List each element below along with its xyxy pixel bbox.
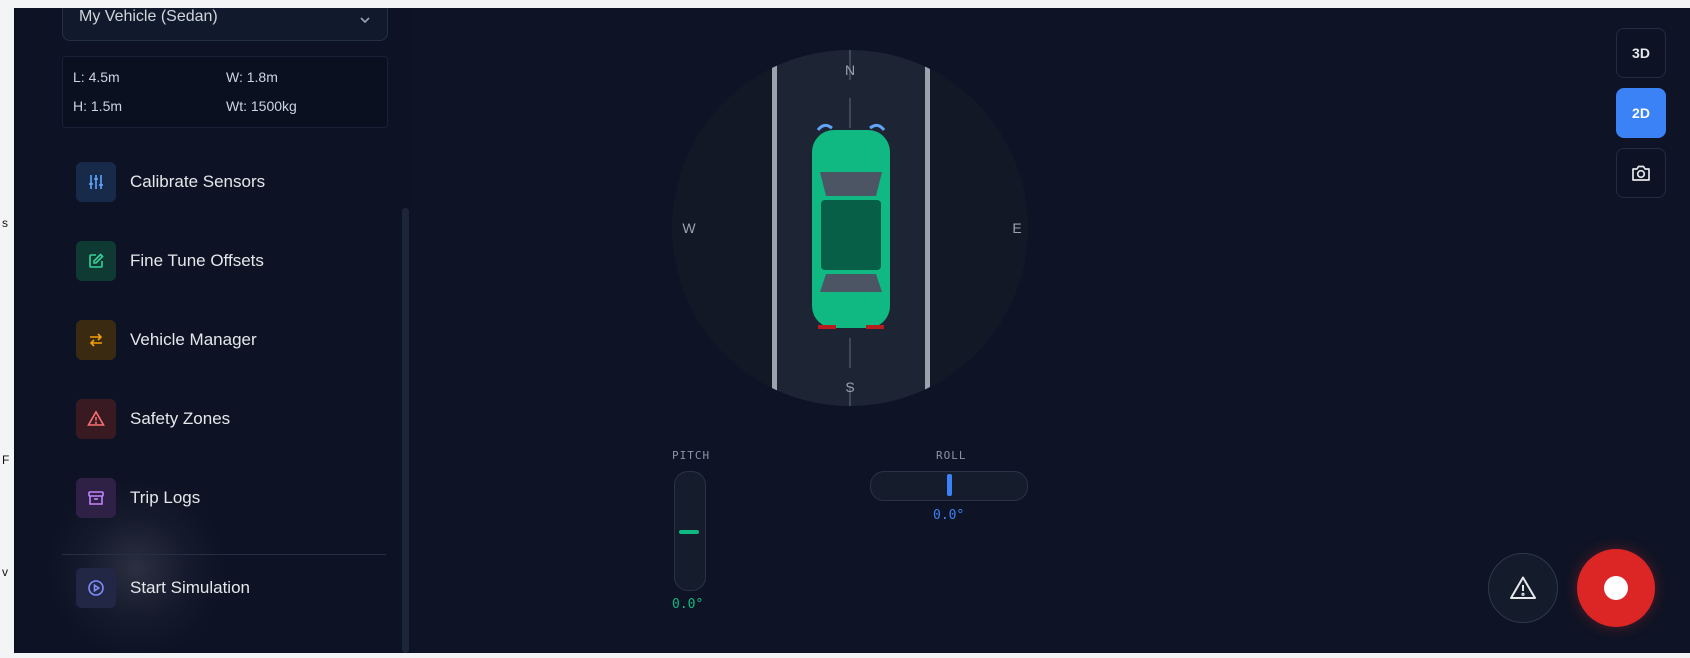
sidebar: My Vehicle (Sedan) L: 4.5m W: 1.8m H: 1.… <box>16 8 413 658</box>
menu-item-label: Start Simulation <box>130 578 250 597</box>
edit-icon <box>76 241 116 281</box>
pitch-label: PITCH <box>672 449 711 462</box>
menu-item-label: Calibrate Sensors <box>130 172 266 191</box>
menu-item-fine-tune-offsets[interactable]: Fine Tune Offsets <box>62 235 386 287</box>
vehicle-select-value: My Vehicle (Sedan) <box>79 8 218 25</box>
sidebar-scrollbar-thumb[interactable] <box>402 208 409 653</box>
spec-length: L: 4.5m <box>73 69 120 85</box>
pitch-value: 0.0° <box>672 597 704 612</box>
play-circle-icon <box>76 568 116 608</box>
left-edge-strip: s F v <box>0 0 14 653</box>
menu-item-label: Fine Tune Offsets <box>130 251 264 270</box>
edge-fragment: v <box>2 565 8 579</box>
vehicle-select[interactable]: My Vehicle (Sedan) <box>62 8 388 41</box>
alert-button[interactable] <box>1488 553 1558 623</box>
swap-icon <box>76 320 116 360</box>
archive-icon <box>76 478 116 518</box>
vehicle-specs: L: 4.5m W: 1.8m H: 1.5m Wt: 1500kg <box>62 56 388 128</box>
menu-item-label: Trip Logs <box>130 488 201 507</box>
spec-weight: Wt: 1500kg <box>226 98 297 114</box>
compass-view: N S E W <box>672 50 1028 406</box>
menu-item-label: Vehicle Manager <box>130 330 257 349</box>
compass-e: E <box>1012 220 1021 236</box>
sidebar-divider <box>62 554 386 555</box>
chevron-down-icon <box>360 17 370 24</box>
road-edge-right <box>925 50 930 406</box>
view-2d-button[interactable]: 2D <box>1616 88 1666 138</box>
menu-item-safety-zones[interactable]: Safety Zones <box>62 393 386 445</box>
roll-value: 0.0° <box>933 508 965 523</box>
alert-triangle-icon <box>76 399 116 439</box>
edge-fragment: F <box>2 453 10 467</box>
road-edge-left <box>772 50 777 406</box>
top-edge <box>14 0 1690 8</box>
spec-width: W: 1.8m <box>226 69 278 85</box>
compass-w: W <box>682 220 696 236</box>
spec-height: H: 1.5m <box>73 98 123 114</box>
compass-s: S <box>845 379 854 395</box>
edge-fragment: s <box>2 216 8 230</box>
menu-item-label: Safety Zones <box>130 409 231 428</box>
roll-label: ROLL <box>936 449 967 462</box>
menu-item-start-simulation[interactable]: Start Simulation <box>62 562 386 614</box>
menu-item-trip-logs[interactable]: Trip Logs <box>62 472 386 524</box>
main-view <box>412 8 1690 653</box>
camera-icon <box>1632 165 1650 181</box>
alert-triangle-icon <box>1510 576 1536 599</box>
record-dot-icon <box>1604 576 1628 600</box>
roll-indicator <box>947 474 952 496</box>
view-3d-button[interactable]: 3D <box>1616 28 1666 78</box>
sliders-icon <box>76 162 116 202</box>
menu-item-calibrate-sensors[interactable]: Calibrate Sensors <box>62 156 386 208</box>
pitch-indicator <box>679 530 699 534</box>
menu-item-vehicle-manager[interactable]: Vehicle Manager <box>62 314 386 366</box>
record-button[interactable] <box>1577 549 1655 627</box>
car-top-view <box>812 123 890 329</box>
screenshot-button[interactable] <box>1616 148 1666 198</box>
compass-n: N <box>845 62 855 78</box>
